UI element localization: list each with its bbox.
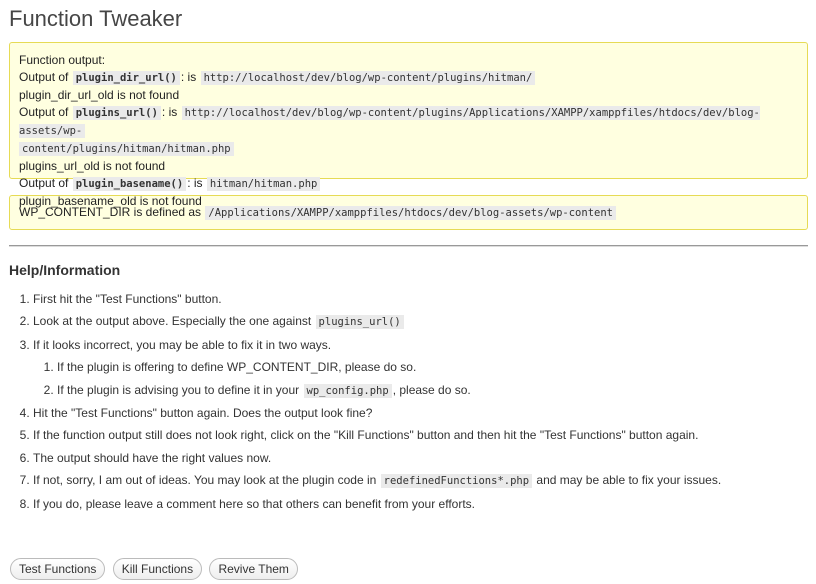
step-2: Look at the output above. Especially the…: [33, 310, 808, 333]
substep-code: wp_config.php: [303, 383, 392, 398]
divider: [9, 245, 808, 247]
step-text: The output should have the right values …: [33, 450, 272, 465]
output-mid: : is: [161, 105, 178, 119]
substep-1: If the plugin is offering to define WP_C…: [57, 356, 808, 378]
substep-after: , please do so.: [392, 382, 471, 397]
step-text: If not, sorry, I am out of ideas. You ma…: [33, 473, 377, 488]
step-7: If not, sorry, I am out of ideas. You ma…: [33, 469, 808, 492]
step-text: Look at the output above. Especially the…: [33, 314, 312, 329]
func-name: plugins_url(): [72, 106, 161, 120]
output-prefix: Output of: [19, 70, 69, 84]
function-output-box: Function output: Output of plugin_dir_ur…: [9, 42, 808, 208]
substep-text: If the plugin is advising you to define …: [57, 382, 300, 397]
step-text: If you do, please leave a comment here s…: [33, 496, 476, 511]
output-line-plugin-dir-url: Output of plugin_dir_url(): is http://lo…: [19, 69, 798, 87]
kill-functions-button[interactable]: Kill Functions: [112, 558, 203, 580]
substep-2: If the plugin is advising you to define …: [57, 379, 808, 402]
wp-content-label: WP_CONTENT_DIR is defined as: [19, 205, 202, 219]
page-title: Function Tweaker: [9, 6, 183, 31]
output-line-old-dir-url: plugin_dir_url_old is not found: [19, 88, 180, 102]
step-5: If the function output still does not lo…: [33, 424, 808, 446]
output-mid: : is: [180, 70, 197, 84]
output-line-plugins-url: Output of plugins_url(): is http://local…: [19, 104, 798, 140]
step-text: If the function output still does not lo…: [33, 428, 699, 443]
substep-text: If the plugin is offering to define WP_C…: [57, 360, 417, 375]
output-prefix: Output of: [19, 105, 69, 119]
page-wrap: Function Tweaker Function output: Output…: [0, 0, 816, 515]
step-4: Hit the "Test Functions" button again. D…: [33, 402, 808, 424]
output-line-plugin-basename: Output of plugin_basename(): is hitman/h…: [19, 175, 798, 193]
step-code: redefinedFunctions*.php: [380, 474, 533, 489]
step-code: plugins_url(): [315, 315, 404, 330]
step-after: and may be able to fix your issues.: [536, 473, 722, 488]
step-6: The output should have the right values …: [33, 447, 808, 469]
step-text: If it looks incorrect, you may be able t…: [33, 337, 332, 352]
wp-content-value: /Applications/XAMPP/xamppfiles/htdocs/de…: [205, 206, 616, 220]
sub-steps: If the plugin is offering to define WP_C…: [33, 356, 808, 402]
help-heading: Help/Information: [9, 262, 121, 278]
func-value: hitman/hitman.php: [206, 177, 321, 191]
step-3: If it looks incorrect, you may be able t…: [33, 334, 808, 402]
step-1: First hit the "Test Functions" button.: [33, 288, 808, 310]
func-value-cont: content/plugins/hitman/hitman.php: [19, 142, 234, 156]
output-line-old-plugins-url: plugins_url_old is not found: [19, 159, 166, 173]
action-buttons: Test Functions Kill Functions Revive The…: [10, 558, 302, 580]
func-name: plugin_dir_url(): [72, 71, 180, 85]
step-text: Hit the "Test Functions" button again. D…: [33, 406, 373, 421]
output-mid: : is: [187, 176, 203, 190]
output-heading: Function output:: [19, 53, 106, 67]
output-line-plugins-url-cont: content/plugins/hitman/hitman.php: [19, 140, 798, 158]
test-functions-button[interactable]: Test Functions: [10, 558, 106, 580]
revive-them-button[interactable]: Revive Them: [209, 558, 298, 580]
func-value: http://localhost/dev/blog/wp-content/plu…: [200, 71, 536, 85]
step-text: First hit the "Test Functions" button.: [33, 292, 222, 306]
func-name: plugin_basename(): [72, 177, 187, 191]
help-steps: First hit the "Test Functions" button. L…: [9, 288, 808, 515]
output-prefix: Output of: [19, 176, 69, 190]
step-8: If you do, please leave a comment here s…: [33, 493, 808, 515]
